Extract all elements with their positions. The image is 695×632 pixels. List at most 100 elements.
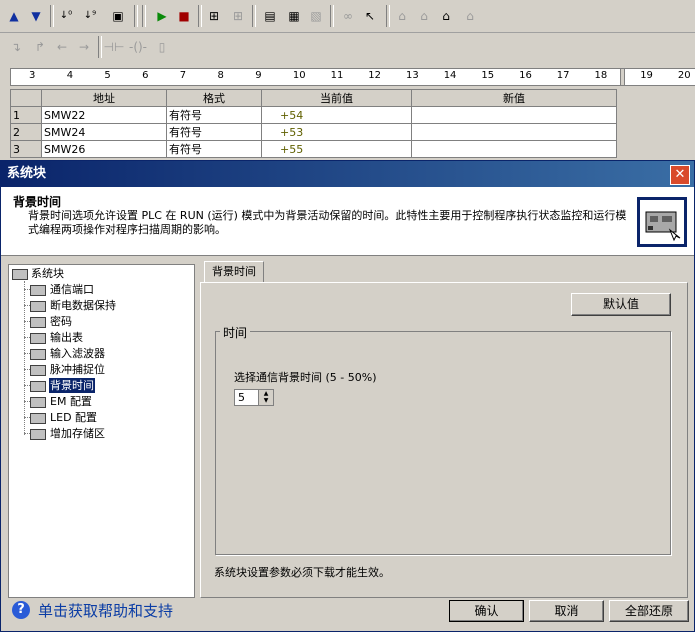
ruler-tick: 16 [519,70,532,81]
module-icon [30,317,46,328]
column-header-address[interactable]: 地址 [41,89,167,107]
groupbox-label: 时间 [220,324,251,341]
module-icon [30,285,46,296]
stepper-arrows[interactable]: ▲ ▼ [258,390,273,405]
ruler-tick: 18 [594,70,608,81]
system-block-tree: 系统块 通信端口 断电数据保持 密码 输出表 输入滤波器 脉冲捕捉位 背景时间 EM 配置 LE… [8,264,195,598]
address-cell[interactable]: SMW24 [41,123,167,141]
ruler-tick: 8 [217,70,224,81]
dialog-title: 系统块 [7,166,47,181]
module-icon [30,381,46,392]
current-value-cell: +54 [261,106,412,124]
module-icon [30,397,46,408]
down-arrow-icon[interactable]: ↴ [6,37,26,57]
tree-item-label: 断电数据保持 [50,299,116,312]
unforce-icon[interactable]: ⌂ [460,6,480,26]
module-icon [30,365,46,376]
lock2-icon[interactable]: ⌂ [414,6,434,26]
column-ruler: 3 4 5 6 7 8 9 10 11 12 13 14 15 16 17 18 19 20 [10,68,695,86]
format-cell[interactable]: 有符号 [166,140,262,158]
sort-ascending-icon[interactable]: ↓⁰ [56,6,76,26]
module-icon [30,429,46,440]
sort-down-icon[interactable]: ▼ [26,6,46,26]
row-number: 1 [10,106,42,124]
dialog-title-bar[interactable]: 系统块 ✕ [1,161,694,187]
format-cell[interactable]: 有符号 [166,106,262,124]
address-cell[interactable]: SMW22 [41,106,167,124]
background-time-stepper[interactable]: 5 ▲ ▼ [234,389,274,406]
ruler-tick: 5 [104,70,111,81]
toolbar-separator [198,5,202,27]
toolbar-separator [50,5,54,27]
current-value-cell: +55 [261,140,412,158]
main-toolbar: ▲ ▼ ↓⁰ ↓⁹ ▣ ▶ ■ ⊞ ⊞ ▤ ▦ ▧ ∞ ↖ ⌂ ⌂ ⌂ ⌂ [0,0,695,33]
network-icon[interactable]: ⊞ [204,6,224,26]
run-icon[interactable]: ▶ [152,6,172,26]
table-row[interactable]: 2 SMW24 有符号 +53 [10,123,617,141]
status-chart-table: 地址 格式 当前值 新值 1 SMW22 有符号 +54 2 SMW24 有符号… [10,89,617,158]
help-icon[interactable]: ? [12,601,30,619]
default-button[interactable]: 默认值 [571,293,671,316]
left-arrow-icon[interactable]: ← [52,37,72,57]
table-row[interactable]: 3 SMW26 有符号 +55 [10,140,617,158]
new-value-cell[interactable] [411,106,617,124]
toolbar-separator [252,5,256,27]
current-value-cell: +53 [261,123,412,141]
column-header-current[interactable]: 当前值 [261,89,412,107]
ruler-tick: 9 [255,70,262,81]
cursor-icon[interactable]: ↖ [360,6,380,26]
module-icon [30,413,46,424]
format-cell[interactable]: 有符号 [166,123,262,141]
tree-item-label: 增加存储区 [50,427,105,440]
tree-item-label: EM 配置 [50,395,92,408]
column-header-format[interactable]: 格式 [166,89,262,107]
chart-status-icon[interactable]: ▤ [260,6,280,26]
tree-item-label: 密码 [50,315,72,328]
tree-item-label: 输入滤波器 [50,347,105,360]
force-icon[interactable]: ⌂ [436,6,456,26]
ladder-toolbar: ↴ ↱ ← → ⊣⊢ -()- ▯ [0,33,695,63]
block-view-icon[interactable]: ▣ [108,6,128,26]
lock-icon[interactable]: ⌂ [392,6,412,26]
glasses-icon[interactable]: ∞ [338,6,358,26]
network-disabled-icon[interactable]: ⊞ [228,6,248,26]
close-button[interactable]: ✕ [670,165,690,185]
sort-up-icon[interactable]: ▲ [4,6,24,26]
box-icon[interactable]: ▯ [152,37,172,57]
module-icon [30,333,46,344]
address-cell[interactable]: SMW26 [41,140,167,158]
toolbar-separator [134,5,138,27]
right-arrow-icon[interactable]: → [74,37,94,57]
header-description: 背景时间选项允许设置 PLC 在 RUN (运行) 模式中为背景活动保留的时间。… [28,209,627,236]
cancel-button[interactable]: 取消 [529,600,604,622]
tree-item-label: 输出表 [50,331,83,344]
ok-button[interactable]: 确认 [449,600,524,622]
toolbar-separator [98,36,102,58]
coil-icon[interactable]: -()- [128,37,148,57]
ruler-tick: 14 [443,70,457,81]
contact-icon[interactable]: ⊣⊢ [104,37,125,57]
tree-item-label: 背景时间 [49,378,95,393]
trend-icon[interactable]: ▧ [306,6,326,26]
branch-icon[interactable]: ↱ [30,37,50,57]
sort-descending-icon[interactable]: ↓⁹ [80,6,100,26]
ruler-tick: 12 [368,70,382,81]
header-title: 背景时间 [13,195,62,209]
row-num-header [10,89,42,107]
tab-background-time[interactable]: 背景时间 [204,261,264,282]
new-value-cell[interactable] [411,140,617,158]
help-link[interactable]: 单击获取帮助和支持 [38,601,173,621]
ruler-tick: 19 [640,70,653,81]
column-header-new[interactable]: 新值 [411,89,617,107]
toolbar-separator [386,5,390,27]
restore-all-button[interactable]: 全部还原 [609,600,689,622]
ruler-tick: 11 [330,70,344,81]
module-icon [30,301,46,312]
ruler-tick: 20 [677,70,691,81]
new-value-cell[interactable] [411,123,617,141]
tree-root-label: 系统块 [31,267,64,280]
table-row[interactable]: 1 SMW22 有符号 +54 [10,106,617,124]
ruler-split-handle[interactable] [620,69,625,85]
status-table-icon[interactable]: ▦ [284,6,304,26]
stop-icon[interactable]: ■ [174,6,194,26]
